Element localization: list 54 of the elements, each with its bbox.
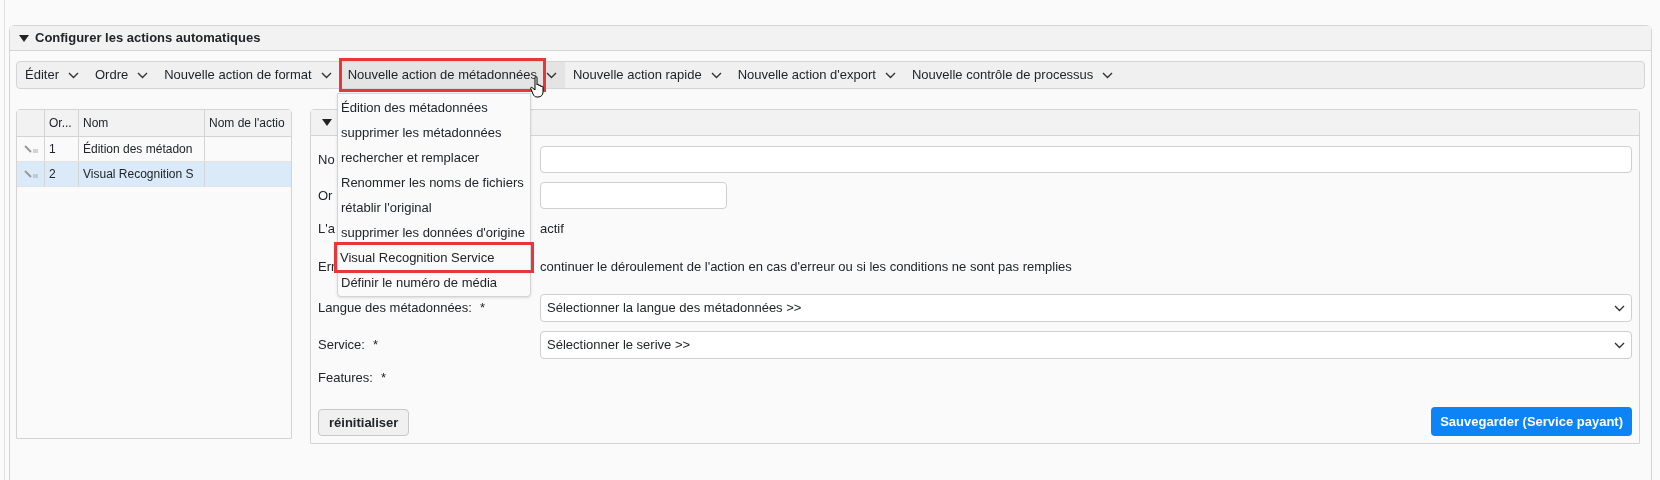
chevron-down-icon: [1102, 71, 1114, 79]
menu-item[interactable]: Renommer les noms de fichiers: [338, 170, 530, 195]
chevron-down-icon: [1614, 341, 1625, 349]
toolbar-menu-button[interactable]: Nouvelle contrôle de processus: [903, 62, 1122, 88]
table-row[interactable]: 2 Visual Recognition S: [17, 162, 291, 187]
toolbar-menu-button[interactable]: Nouvelle action d'export: [729, 62, 904, 88]
column-header[interactable]: Nom de l'actio: [205, 110, 291, 136]
required-mark: *: [380, 369, 386, 388]
menu-item[interactable]: rétablir l'original: [338, 195, 530, 220]
field-label: No: [318, 150, 335, 169]
field-label: Err: [318, 257, 336, 276]
reset-button[interactable]: réinitialiser: [318, 409, 410, 436]
text-input-field[interactable]: [540, 182, 727, 209]
drag-handle-icon[interactable]: [23, 144, 38, 154]
chevron-down-icon: [884, 71, 896, 79]
menu-item[interactable]: rechercher et remplacer: [338, 145, 530, 170]
table-cell-text: Visual Recognition S: [83, 166, 194, 183]
table-cell-text: 2: [49, 166, 56, 183]
select-field[interactable]: Sélectionner la langue des métadonnées >>: [540, 294, 1632, 322]
field-label: Features:: [318, 369, 373, 388]
required-mark: *: [479, 299, 486, 318]
table-cell: Édition des métadon: [83, 140, 193, 158]
toolbar-menu-button[interactable]: Nouvelle action de format: [156, 62, 340, 88]
required-mark: *: [372, 336, 379, 355]
panel-title: Configurer les actions automatiques: [35, 29, 261, 48]
toolbar-menu-button[interactable]: Ordre: [86, 62, 157, 88]
menu-item[interactable]: supprimer les métadonnées: [338, 120, 530, 145]
menu-item[interactable]: Définir le numéro de média: [338, 270, 530, 295]
column-header[interactable]: Nom: [79, 110, 205, 136]
chevron-down-icon: [137, 71, 149, 79]
toolbar-menu-button[interactable]: Nouvelle action rapide: [565, 62, 730, 88]
chevron-down-icon: [67, 71, 79, 79]
select-field[interactable]: Sélectionner le serive >>: [540, 331, 1632, 359]
column-header[interactable]: Or...: [45, 110, 79, 136]
chevron-down-icon: [546, 71, 557, 79]
chevron-down-icon: [710, 71, 722, 79]
menu-item[interactable]: Visual Recognition Service: [337, 245, 531, 270]
collapse-triangle-icon[interactable]: [322, 119, 332, 126]
option-label: actif: [540, 219, 564, 238]
field-label: Or: [318, 186, 333, 205]
field-label: L'a: [318, 219, 335, 238]
chevron-down-icon: [1614, 304, 1625, 312]
table-cell-text: 1: [49, 141, 56, 158]
save-button[interactable]: Sauvegarder (Service payant): [1431, 407, 1632, 436]
field-label: Langue des métadonnées:: [318, 299, 472, 318]
collapse-triangle-icon[interactable]: [19, 34, 29, 42]
drag-handle-icon[interactable]: [23, 169, 38, 179]
chevron-down-icon: [320, 71, 332, 79]
text-input-field[interactable]: [540, 146, 1632, 173]
toolbar-menu-button[interactable]: Éditer: [17, 62, 87, 88]
field-label: Service:: [318, 336, 365, 355]
option-label: continuer le déroulement de l'action en cas d'erreur ou si les conditions ne sont pas remplies: [540, 257, 1072, 276]
menu-item[interactable]: Édition des métadonnées: [338, 95, 530, 120]
menu-item[interactable]: supprimer les données d'origine: [338, 220, 530, 245]
